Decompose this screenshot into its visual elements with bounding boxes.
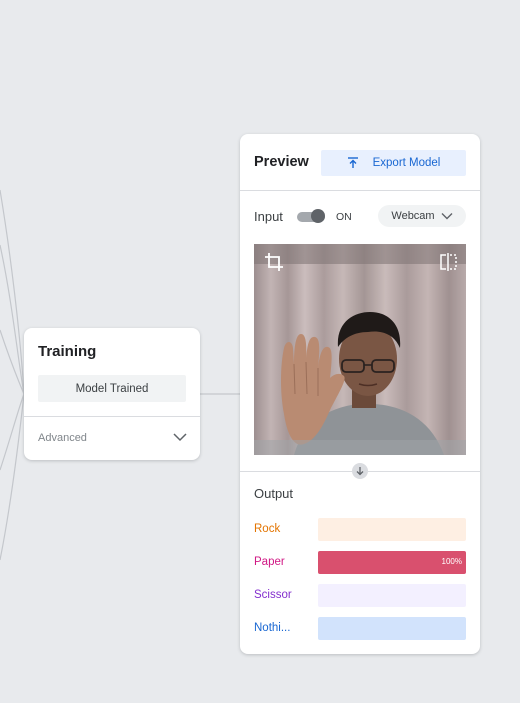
chevron-down-icon [441,213,453,220]
export-model-button[interactable]: Export Model [321,150,466,176]
training-divider [24,416,200,417]
input-toggle[interactable] [297,209,325,223]
chevron-down-icon[interactable] [173,432,187,442]
output-label: Output [254,486,294,501]
confidence-bar [318,584,466,607]
arrow-down-icon [356,467,364,476]
model-trained-button[interactable]: Model Trained [38,375,186,402]
output-class-name: Scissor [254,589,292,601]
confidence-bar: 100% [318,551,466,574]
training-card: Training Model Trained Advanced [24,328,200,460]
advanced-toggle-label[interactable]: Advanced [38,432,87,444]
output-class-row: Paper 100% [254,551,466,574]
confidence-percent: 100% [441,557,462,566]
training-title: Training [38,343,97,360]
expand-handle[interactable] [352,463,368,479]
flip-horizontal-icon[interactable] [440,252,458,272]
preview-title: Preview [254,154,309,170]
upload-arrow-icon [347,157,358,168]
output-class-name: Nothi... [254,622,291,634]
toggle-state-label: ON [336,211,352,223]
preview-header-divider [240,190,480,191]
input-source-value: Webcam [391,210,435,222]
preview-card: Preview Export Model Input ON Webcam Out… [240,134,480,654]
crop-icon[interactable] [264,252,284,272]
export-model-label: Export Model [372,157,441,169]
input-label: Input [254,209,283,224]
confidence-bar [318,518,466,541]
webcam-feed [254,244,466,455]
output-class-row: Rock [254,518,466,541]
output-class-name: Paper [254,556,285,568]
output-class-name: Rock [254,523,281,535]
webcam-image [254,244,466,455]
output-class-row: Scissor [254,584,466,607]
output-class-row: Nothi... [254,617,466,640]
confidence-bar [318,617,466,640]
input-source-select[interactable]: Webcam [378,205,466,227]
